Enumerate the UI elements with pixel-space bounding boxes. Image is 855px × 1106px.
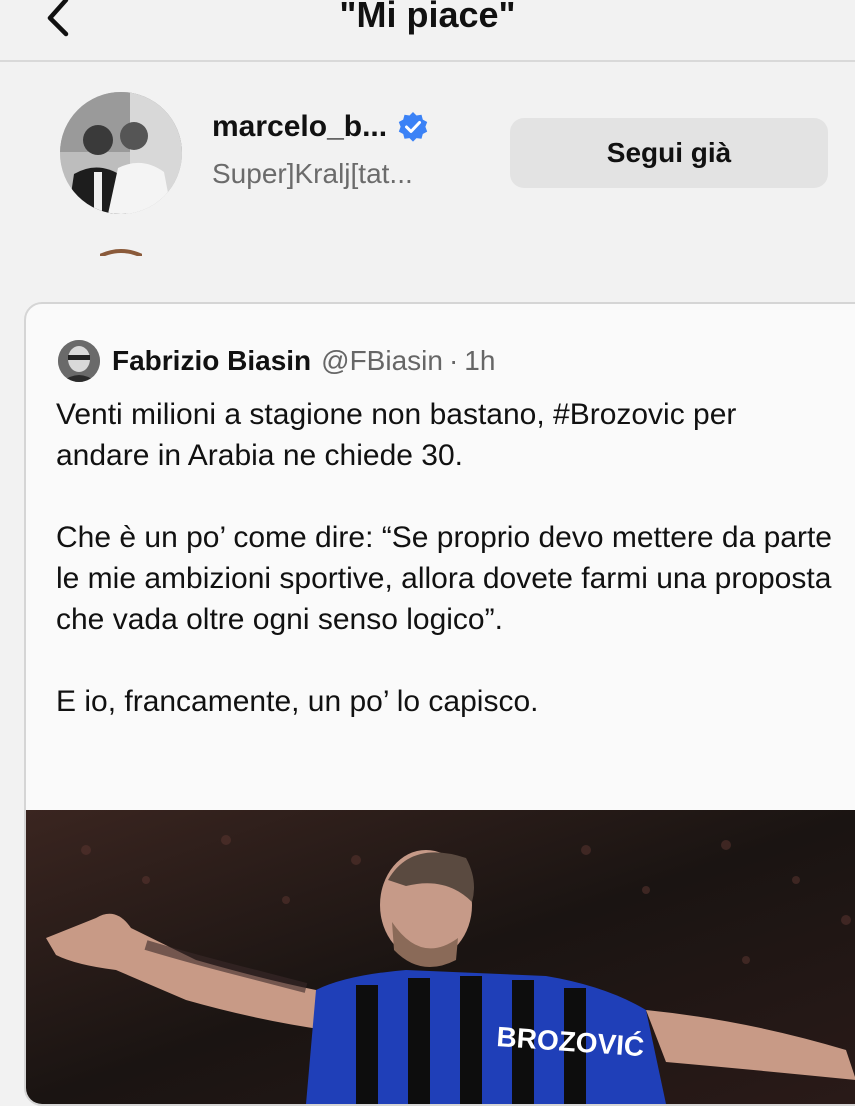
avatar-photo (60, 92, 182, 214)
top-bar: "Mi piace" (0, 0, 855, 60)
tweet-author-name[interactable]: Fabrizio Biasin (112, 345, 311, 377)
page-title: "Mi piace" (339, 0, 516, 35)
tweet-header: Fabrizio Biasin @FBiasin · 1h (58, 340, 495, 382)
tweet-paragraph: Che è un po’ come dire: “Se proprio devo… (56, 521, 832, 636)
username[interactable]: marcelo_b... (212, 110, 387, 144)
verified-badge-icon (398, 112, 428, 142)
tweet-paragraph: E io, francamente, un po’ lo capisco. (56, 685, 539, 718)
header-divider (0, 60, 855, 62)
tweet-timestamp: 1h (464, 345, 496, 376)
user-fullname: Super]Kralj[tat... (212, 158, 413, 189)
following-button[interactable]: Segui già (510, 118, 828, 188)
tweet-body: Venti milioni a stagione non bastano, #B… (56, 394, 836, 722)
meta-separator: · (448, 345, 459, 376)
username-row: marcelo_b... (212, 110, 429, 144)
tweet-author-avatar[interactable] (58, 340, 100, 382)
quoted-tweet-card[interactable]: Fabrizio Biasin @FBiasin · 1h Venti mili… (24, 302, 855, 1106)
user-list-item[interactable]: marcelo_b... Super]Kralj[tat... Segui gi… (0, 88, 855, 218)
tweet-author-handle[interactable]: @FBiasin (321, 345, 443, 377)
next-item-avatar-edge (100, 249, 142, 256)
tweet-paragraph: Venti milioni a stagione non bastano, #B… (56, 398, 737, 472)
user-avatar[interactable] (60, 92, 182, 214)
tweet-photo[interactable]: BROZOVIĆ (26, 810, 855, 1104)
author-photo (58, 340, 100, 382)
